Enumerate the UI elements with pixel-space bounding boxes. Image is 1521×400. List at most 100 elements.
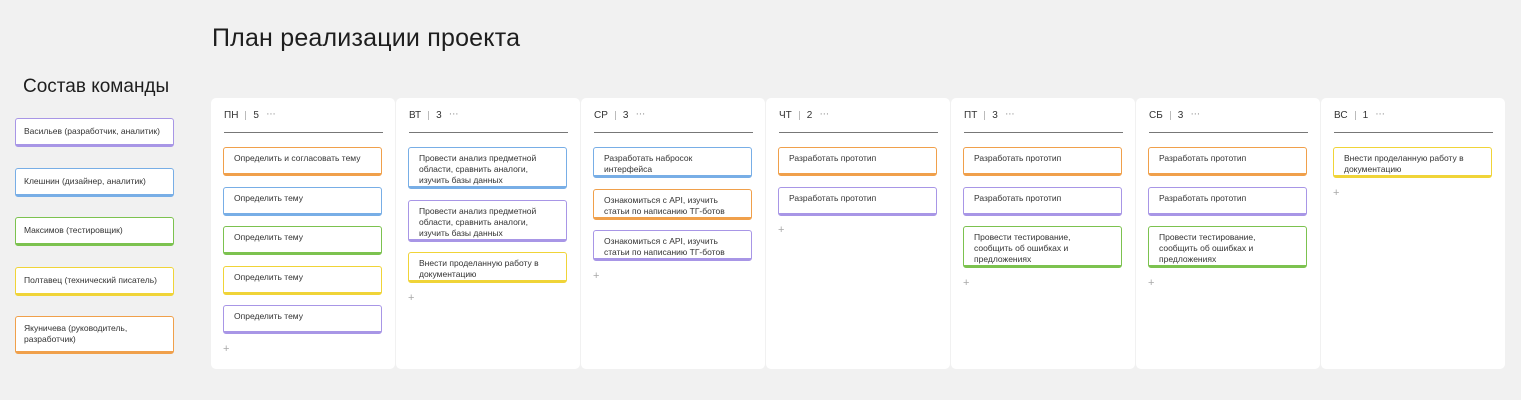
task-card[interactable]: Разработать прототип xyxy=(963,186,1122,216)
task-card-text: Разработать прототип xyxy=(789,192,877,203)
column-card-count: 2 xyxy=(806,110,813,121)
column-card-count: 5 xyxy=(253,110,259,121)
column-header: ВС 1 ··· xyxy=(1334,109,1493,133)
task-card[interactable]: Ознакомиться с API, изучить статьи по на… xyxy=(593,230,752,261)
add-card-plus-icon[interactable]: + xyxy=(593,270,752,282)
team-member-name: Максимов (тестировщик) xyxy=(24,225,123,235)
task-card[interactable]: Разработать прототип xyxy=(778,186,937,216)
more-options-icon[interactable]: ··· xyxy=(1190,109,1200,120)
team-member-name: Васильев (разработчик, аналитик) xyxy=(24,126,160,136)
task-card[interactable]: Разработать прототип xyxy=(963,147,1122,176)
task-card[interactable]: Определить тему xyxy=(223,305,382,334)
column-day-label: СР xyxy=(594,110,608,121)
column-card-count: 3 xyxy=(1177,110,1184,121)
add-card-plus-icon[interactable]: + xyxy=(408,292,567,304)
task-card-text: Провести анализ предметной области, срав… xyxy=(419,205,537,238)
team-member-card[interactable]: Клешнин (дизайнер, аналитик) xyxy=(15,167,174,197)
header-separator xyxy=(798,111,800,120)
card-list: Внести проделанную работу в документацию… xyxy=(1333,147,1492,199)
day-column: СР 3 ··· Разработать набросок интерфейса Озн… xyxy=(581,98,765,369)
team-member-card[interactable]: Якуничева (руководитель, разработчик) xyxy=(15,316,174,354)
more-options-icon[interactable]: ··· xyxy=(449,109,459,120)
more-options-icon[interactable]: ··· xyxy=(819,109,829,120)
header-separator xyxy=(428,111,430,120)
task-card[interactable]: Провести тестирование, сообщить об ошибк… xyxy=(963,226,1122,268)
kanban-columns: ПН 5 ··· Определить и согласовать тему Опред… xyxy=(211,98,1506,369)
more-options-icon[interactable]: ··· xyxy=(1005,109,1015,120)
more-options-icon[interactable]: ··· xyxy=(1375,109,1385,120)
team-title: Состав команды xyxy=(23,76,170,97)
header-separator xyxy=(984,111,986,120)
team-member-card[interactable]: Васильев (разработчик, аналитик) xyxy=(15,118,174,147)
task-card[interactable]: Провести тестирование, сообщить об ошибк… xyxy=(1148,226,1307,268)
card-list: Разработать набросок интерфейса Ознакомит… xyxy=(593,147,752,282)
task-card[interactable]: Определить и согласовать тему xyxy=(223,147,382,176)
task-card[interactable]: Определить тему xyxy=(223,226,382,255)
team-member-card[interactable]: Максимов (тестировщик) xyxy=(15,217,174,246)
card-list: Разработать прототип Разработать прототип… xyxy=(1148,147,1307,289)
task-card-text: Внести проделанную работу в документацию xyxy=(1344,153,1464,174)
task-card-text: Провести тестирование, сообщить об ошибк… xyxy=(1159,232,1256,264)
task-card-text: Определить и согласовать тему xyxy=(234,153,361,163)
day-column: ВТ 3 ··· Провести анализ предметной области… xyxy=(396,98,580,369)
add-card-plus-icon[interactable]: + xyxy=(963,277,1122,289)
column-card-count: 3 xyxy=(436,110,442,121)
more-options-icon[interactable]: ··· xyxy=(266,109,276,120)
column-day-label: ЧТ xyxy=(779,110,792,121)
day-column: ПТ 3 ··· Разработать прототип Разработать пр… xyxy=(951,98,1135,369)
add-card-plus-icon[interactable]: + xyxy=(1148,277,1307,289)
task-card[interactable]: Разработать набросок интерфейса xyxy=(593,147,752,178)
column-header: ЧТ 2 ··· xyxy=(779,109,938,133)
column-card-count: 1 xyxy=(1362,110,1369,121)
header-separator xyxy=(1169,111,1171,120)
column-header: СР 3 ··· xyxy=(594,109,753,133)
day-column: СБ 3 ··· Разработать прототип Разработать пр… xyxy=(1136,98,1320,369)
add-card-plus-icon[interactable]: + xyxy=(1333,187,1492,199)
column-day-label: ПН xyxy=(224,110,239,121)
column-header: ВТ 3 ··· xyxy=(409,109,568,133)
team-member-card[interactable]: Полтавец (технический писатель) xyxy=(15,266,174,296)
task-card[interactable]: Провести анализ предметной области, срав… xyxy=(408,147,567,189)
day-column: ВС 1 ··· Внести проделанную работу в докуме… xyxy=(1321,98,1505,369)
column-card-count: 3 xyxy=(992,110,998,121)
task-card-text: Определить тему xyxy=(234,311,303,321)
day-column: ЧТ 2 ··· Разработать прототип Разработать пр… xyxy=(766,98,950,369)
task-card[interactable]: Внести проделанную работу в документацию xyxy=(1333,147,1492,178)
card-list: Провести анализ предметной области, срав… xyxy=(408,147,567,304)
header-separator xyxy=(1354,111,1356,120)
day-column: ПН 5 ··· Определить и согласовать тему Опред… xyxy=(211,98,395,369)
column-day-label: СБ xyxy=(1149,110,1163,121)
more-options-icon[interactable]: ··· xyxy=(635,109,645,120)
column-day-label: ВТ xyxy=(409,110,422,121)
task-card-text: Внести проделанную работу в документацию xyxy=(419,258,539,279)
card-list: Определить и согласовать тему Определить … xyxy=(223,147,382,355)
header-separator xyxy=(245,111,247,120)
task-card-text: Разработать прототип xyxy=(1159,192,1247,203)
team-member-name: Полтавец (технический писатель) xyxy=(24,274,157,285)
task-card-text: Провести тестирование, сообщить об ошибк… xyxy=(974,232,1071,264)
add-card-plus-icon[interactable]: + xyxy=(778,225,937,236)
task-card-text: Разработать прототип xyxy=(789,153,877,163)
task-card[interactable]: Определить тему xyxy=(223,186,382,216)
task-card-text: Ознакомиться с API, изучить статьи по на… xyxy=(604,194,725,216)
task-card-text: Разработать прототип xyxy=(974,192,1062,203)
task-card[interactable]: Разработать прототип xyxy=(1148,186,1307,216)
task-card-text: Определить тему xyxy=(234,271,303,282)
task-card[interactable]: Разработать прототип xyxy=(1148,147,1307,176)
task-card[interactable]: Определить тему xyxy=(223,265,382,295)
header-separator xyxy=(614,111,616,120)
task-card-text: Ознакомиться с API, изучить статьи по на… xyxy=(604,236,725,257)
column-header: СБ 3 ··· xyxy=(1149,109,1308,133)
task-card-text: Разработать прототип xyxy=(974,153,1062,163)
task-card[interactable]: Ознакомиться с API, изучить статьи по на… xyxy=(593,188,752,220)
task-card[interactable]: Провести анализ предметной области, срав… xyxy=(408,199,567,242)
column-header: ПТ 3 ··· xyxy=(964,109,1123,133)
task-card[interactable]: Разработать прототип xyxy=(778,147,937,176)
board-title: План реализации проекта xyxy=(212,24,521,52)
add-card-plus-icon[interactable]: + xyxy=(223,343,382,355)
task-card-text: Разработать набросок интерфейса xyxy=(604,153,693,174)
column-day-label: ПТ xyxy=(964,110,978,121)
column-header: ПН 5 ··· xyxy=(224,109,383,133)
task-card-text: Определить тему xyxy=(234,232,303,242)
task-card[interactable]: Внести проделанную работу в документацию xyxy=(408,252,567,283)
